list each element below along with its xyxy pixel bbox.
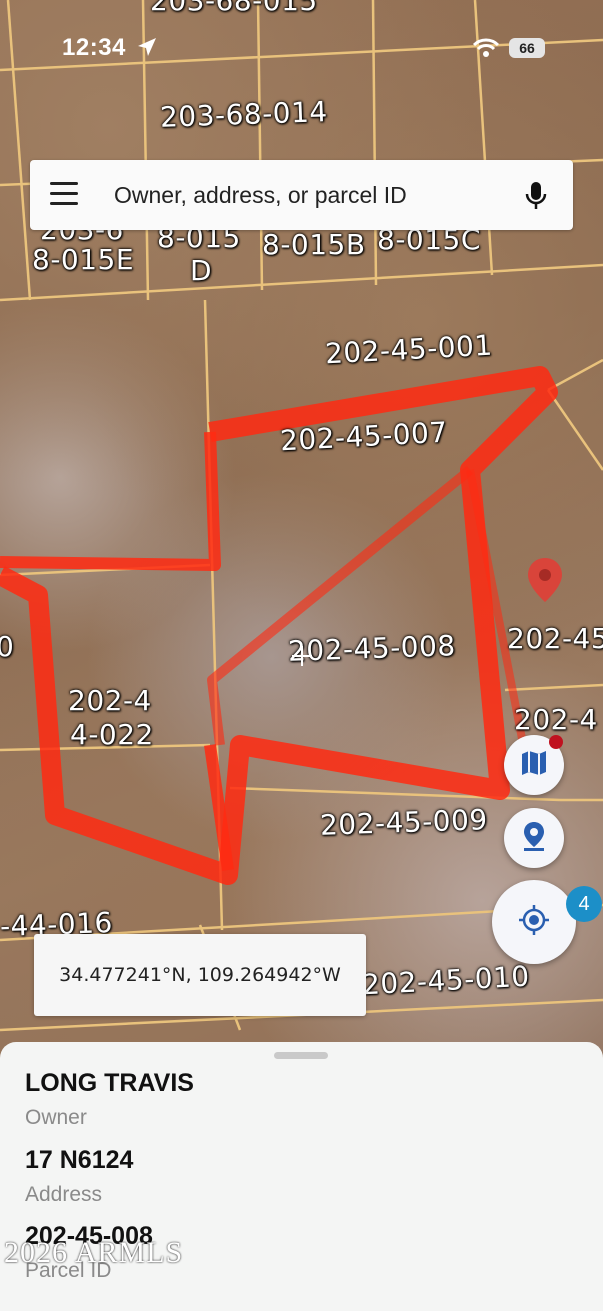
battery-indicator: 66 — [509, 38, 545, 58]
notification-dot — [549, 735, 563, 749]
parcel-label[interactable]: D — [190, 255, 212, 287]
address-value: 17 N6124 — [25, 1146, 134, 1174]
count-badge: 4 — [566, 886, 602, 922]
drop-pin-button[interactable] — [504, 808, 564, 868]
map-pin-icon[interactable] — [525, 556, 565, 609]
owner-label: Owner — [25, 1106, 87, 1129]
location-arrow-icon — [136, 36, 158, 63]
watermark: 2026 ARMLS — [4, 1236, 184, 1269]
search-bar[interactable] — [30, 160, 573, 230]
crosshair-icon — [290, 644, 314, 673]
microphone-icon[interactable] — [524, 180, 548, 217]
parcel-label[interactable]: 0 — [0, 631, 14, 663]
parcel-label[interactable]: 202-45 — [507, 623, 603, 655]
my-location-button[interactable] — [492, 880, 576, 964]
parcel-label[interactable]: 202-4 — [68, 685, 152, 717]
status-bar: 12:34 66 — [0, 28, 603, 68]
sheet-grabber[interactable] — [274, 1052, 328, 1059]
map-layers-icon — [519, 748, 549, 783]
parcel-label[interactable]: 8-015B — [262, 229, 366, 261]
wifi-icon — [472, 38, 500, 63]
parcel-label[interactable]: 8-015E — [32, 244, 134, 276]
status-time: 12:34 — [62, 34, 126, 61]
search-input[interactable] — [114, 178, 504, 212]
parcel-label[interactable]: 202-4 — [514, 704, 598, 736]
parcel-details-sheet[interactable]: LONG TRAVIS Owner 17 N6124 Address 202-4… — [0, 1042, 603, 1311]
address-label: Address — [25, 1183, 103, 1206]
parcel-label[interactable]: 202-45-009 — [319, 803, 488, 842]
menu-icon[interactable] — [50, 182, 80, 208]
parcel-label[interactable]: 4-022 — [70, 719, 154, 751]
coordinates-box: 34.477241°N, 109.264942°W — [34, 934, 366, 1016]
parcel-label[interactable]: 203-68-015 — [150, 0, 318, 17]
location-pin-icon — [520, 820, 548, 857]
crosshair-locate-icon — [517, 903, 551, 942]
parcel-label[interactable]: 203-68-014 — [159, 95, 328, 134]
owner-value: LONG TRAVIS — [25, 1069, 194, 1097]
